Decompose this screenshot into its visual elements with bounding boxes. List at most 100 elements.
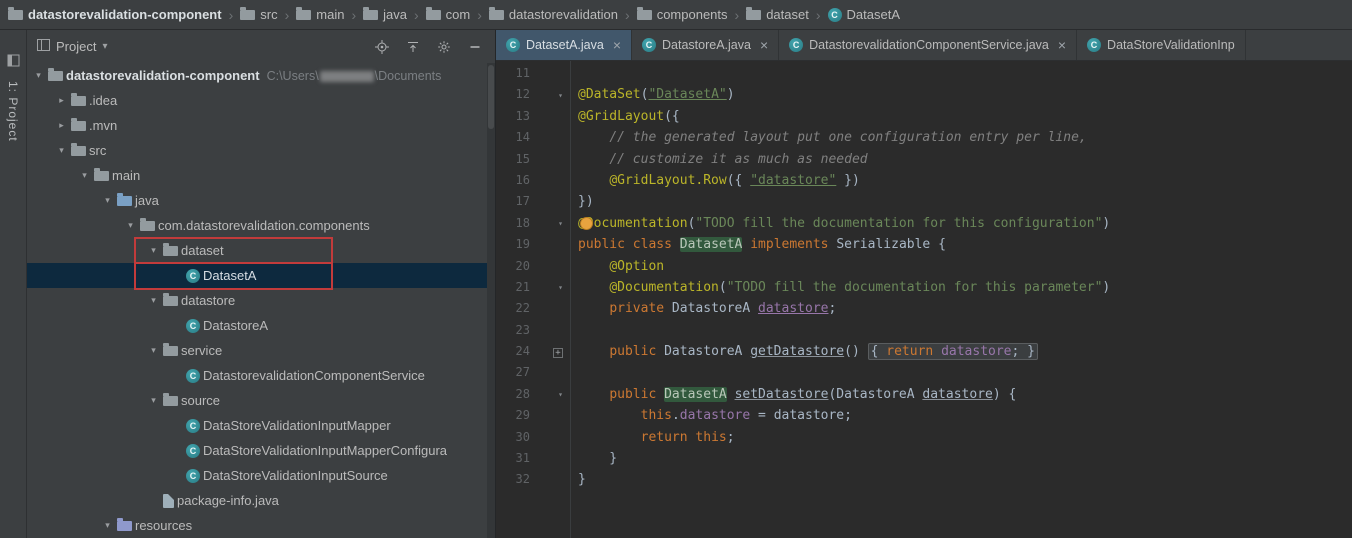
tree-item-java[interactable]: ▾java [27, 188, 487, 213]
tree-item-DataStoreValidationInputMapperConfigura[interactable]: CDataStoreValidationInputMapperConfigura [27, 438, 487, 463]
chevron-expanded-icon[interactable]: ▾ [146, 345, 161, 356]
code-text[interactable]: } [570, 448, 617, 469]
tool-window-button-project[interactable]: 1: Project [6, 81, 20, 142]
code-text[interactable]: this.datastore = datastore; [570, 405, 852, 426]
tree-item-DatastoreA[interactable]: CDatastoreA [27, 313, 487, 338]
fold-collapse-icon[interactable]: ▾ [558, 283, 563, 292]
tree-item-package-info.java[interactable]: package-info.java [27, 488, 487, 513]
editor-tab-DatastoreA.java[interactable]: CDatastoreA.java× [632, 30, 779, 60]
chevron-expanded-icon[interactable]: ▾ [146, 245, 161, 256]
code-line-16[interactable]: 16 @GridLayout.Row({ "datastore" }) [496, 170, 1352, 191]
code-line-30[interactable]: 30 return this; [496, 427, 1352, 448]
close-icon[interactable]: × [1058, 38, 1066, 52]
code-text[interactable]: }) [570, 191, 594, 212]
code-line-17[interactable]: 17}) [496, 191, 1352, 212]
breadcrumb-item-datastorevalidation[interactable]: datastorevalidation [489, 7, 618, 22]
editor-tab-DatasetA.java[interactable]: CDatasetA.java× [496, 30, 632, 60]
code-text[interactable]: @DataSet("DatasetA") [570, 84, 735, 105]
close-icon[interactable]: × [760, 38, 768, 52]
breadcrumb-item-main[interactable]: main [296, 7, 344, 22]
chevron-down-icon[interactable]: ▾ [102, 41, 107, 52]
tree-item-datastorevalidation-component[interactable]: ▾datastorevalidation-componentC:\Users\\… [27, 63, 487, 88]
chevron-expanded-icon[interactable]: ▾ [54, 145, 69, 156]
code-line-11[interactable]: 11 [496, 63, 1352, 84]
tree-item-src[interactable]: ▾src [27, 138, 487, 163]
code-line-31[interactable]: 31 } [496, 448, 1352, 469]
code-text[interactable]: @GridLayout.Row({ "datastore" }) [570, 170, 860, 191]
chevron-collapsed-icon[interactable]: ▸ [54, 120, 69, 131]
tree-item-.idea[interactable]: ▸.idea [27, 88, 487, 113]
intention-bulb-icon[interactable] [580, 217, 593, 230]
hide-icon[interactable] [467, 39, 483, 55]
code-text[interactable]: private DatastoreA datastore; [570, 298, 836, 319]
chevron-expanded-icon[interactable]: ▾ [123, 220, 138, 231]
tree-item-DataStoreValidationInputSource[interactable]: CDataStoreValidationInputSource [27, 463, 487, 488]
breadcrumb-item-dataset[interactable]: dataset [746, 7, 809, 22]
breadcrumb-item-src[interactable]: src [240, 7, 277, 22]
code-text[interactable]: @Documentation("TODO fill the documentat… [570, 277, 1110, 298]
collapse-all-icon[interactable] [405, 39, 421, 55]
chevron-expanded-icon[interactable]: ▾ [146, 295, 161, 306]
code-line-23[interactable]: 23 [496, 320, 1352, 341]
chevron-expanded-icon[interactable]: ▾ [77, 170, 92, 181]
code-line-19[interactable]: 19public class DatasetA implements Seria… [496, 234, 1352, 255]
code-line-18[interactable]: 18▾@Documentation("TODO fill the documen… [496, 213, 1352, 234]
project-panel-title[interactable]: Project [56, 39, 96, 54]
code-line-29[interactable]: 29 this.datastore = datastore; [496, 405, 1352, 426]
breadcrumb-item-datastorevalidation-component[interactable]: datastorevalidation-component [8, 7, 222, 22]
code-text[interactable]: public class DatasetA implements Seriali… [570, 234, 946, 255]
code-line-21[interactable]: 21▾ @Documentation("TODO fill the docume… [496, 277, 1352, 298]
breadcrumb-item-com[interactable]: com [426, 7, 471, 22]
code-line-32[interactable]: 32} [496, 469, 1352, 490]
folded-region[interactable]: { return datastore; } [868, 343, 1038, 360]
tree-item-com.datastorevalidation.components[interactable]: ▾com.datastorevalidation.components [27, 213, 487, 238]
code-line-12[interactable]: 12▾@DataSet("DatasetA") [496, 84, 1352, 105]
code-line-24[interactable]: 24+ public DatastoreA getDatastore() { r… [496, 341, 1352, 362]
tree-item-DatasetA[interactable]: CDatasetA [27, 263, 487, 288]
fold-collapse-icon[interactable]: ▾ [558, 219, 563, 228]
code-line-28[interactable]: 28▾ public DatasetA setDatastore(Datasto… [496, 384, 1352, 405]
project-scrollbar[interactable] [487, 63, 495, 538]
tree-item-.mvn[interactable]: ▸.mvn [27, 113, 487, 138]
chevron-collapsed-icon[interactable]: ▸ [54, 95, 69, 106]
settings-icon[interactable] [436, 39, 452, 55]
code-text[interactable]: @Documentation("TODO fill the documentat… [570, 213, 1110, 234]
tree-item-service[interactable]: ▾service [27, 338, 487, 363]
code-line-15[interactable]: 15 // customize it as much as needed [496, 149, 1352, 170]
code-text[interactable]: public DatasetA setDatastore(DatastoreA … [570, 384, 1016, 405]
code-line-22[interactable]: 22 private DatastoreA datastore; [496, 298, 1352, 319]
code-text[interactable]: } [570, 469, 586, 490]
tree-item-resources[interactable]: ▾resources [27, 513, 487, 538]
code-line-20[interactable]: 20 @Option [496, 256, 1352, 277]
code-text[interactable]: return this; [570, 427, 735, 448]
tree-item-source[interactable]: ▾source [27, 388, 487, 413]
code-line-27[interactable]: 27 [496, 362, 1352, 383]
code-text[interactable]: @Option [570, 256, 664, 277]
scrollbar-thumb[interactable] [488, 65, 494, 129]
breadcrumb-item-DatasetA[interactable]: CDatasetA [828, 7, 900, 22]
tree-item-datastore[interactable]: ▾datastore [27, 288, 487, 313]
tree-item-DataStoreValidationInputMapper[interactable]: CDataStoreValidationInputMapper [27, 413, 487, 438]
code-text[interactable]: // customize it as much as needed [570, 149, 868, 170]
tree-item-DatastorevalidationComponentService[interactable]: CDatastorevalidationComponentService [27, 363, 487, 388]
code-line-13[interactable]: 13@GridLayout({ [496, 106, 1352, 127]
close-icon[interactable]: × [613, 38, 621, 52]
tree-item-main[interactable]: ▾main [27, 163, 487, 188]
fold-collapse-icon[interactable]: ▾ [558, 390, 563, 399]
editor-tab-DatastorevalidationComponentService.java[interactable]: CDatastorevalidationComponentService.jav… [779, 30, 1077, 60]
fold-expand-icon[interactable]: + [553, 348, 563, 358]
breadcrumb-item-components[interactable]: components [637, 7, 728, 22]
chevron-expanded-icon[interactable]: ▾ [100, 195, 115, 206]
code-text[interactable]: public DatastoreA getDatastore() { retur… [570, 341, 1038, 362]
chevron-expanded-icon[interactable]: ▾ [100, 520, 115, 531]
code-area[interactable]: 1112▾@DataSet("DatasetA")13@GridLayout({… [496, 61, 1352, 538]
chevron-expanded-icon[interactable]: ▾ [146, 395, 161, 406]
code-line-14[interactable]: 14 // the generated layout put one confi… [496, 127, 1352, 148]
code-text[interactable]: // the generated layout put one configur… [570, 127, 1087, 148]
fold-collapse-icon[interactable]: ▾ [558, 91, 563, 100]
code-text[interactable]: @GridLayout({ [570, 106, 680, 127]
chevron-expanded-icon[interactable]: ▾ [31, 70, 46, 81]
tree-item-dataset[interactable]: ▾dataset [27, 238, 487, 263]
breadcrumb-item-java[interactable]: java [363, 7, 407, 22]
editor-tab-DataStoreValidationInp[interactable]: CDataStoreValidationInp [1077, 30, 1246, 60]
